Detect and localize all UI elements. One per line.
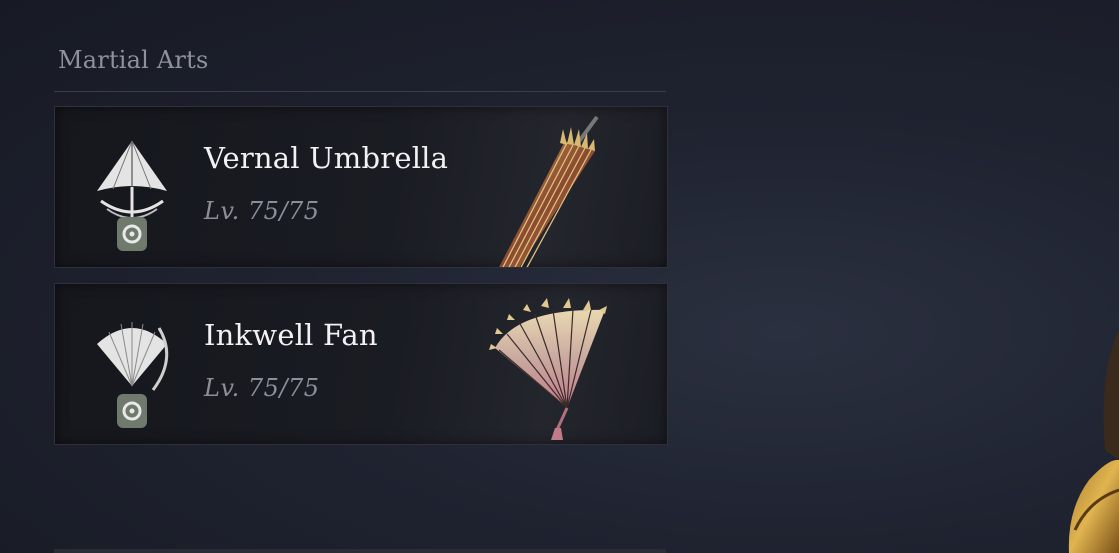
weapon-name: Vernal Umbrella [204, 141, 449, 175]
umbrella-weapon-image [499, 115, 599, 267]
section-title: Martial Arts [58, 46, 209, 74]
weapon-card-inkwell-fan[interactable]: Inkwell Fan Lv. 75/75 [54, 283, 668, 445]
weapon-level: Lv. 75/75 [204, 374, 320, 402]
umbrella-icon [97, 140, 167, 251]
weapon-level: Lv. 75/75 [204, 197, 320, 225]
fan-weapon-image [489, 298, 607, 440]
character-armor-detail [1068, 330, 1119, 553]
weapon-name: Inkwell Fan [204, 318, 378, 352]
next-section-divider [54, 549, 666, 553]
section-divider [54, 91, 666, 92]
fan-icon [97, 322, 169, 428]
weapon-card-vernal-umbrella[interactable]: Vernal Umbrella Lv. 75/75 [54, 106, 668, 268]
